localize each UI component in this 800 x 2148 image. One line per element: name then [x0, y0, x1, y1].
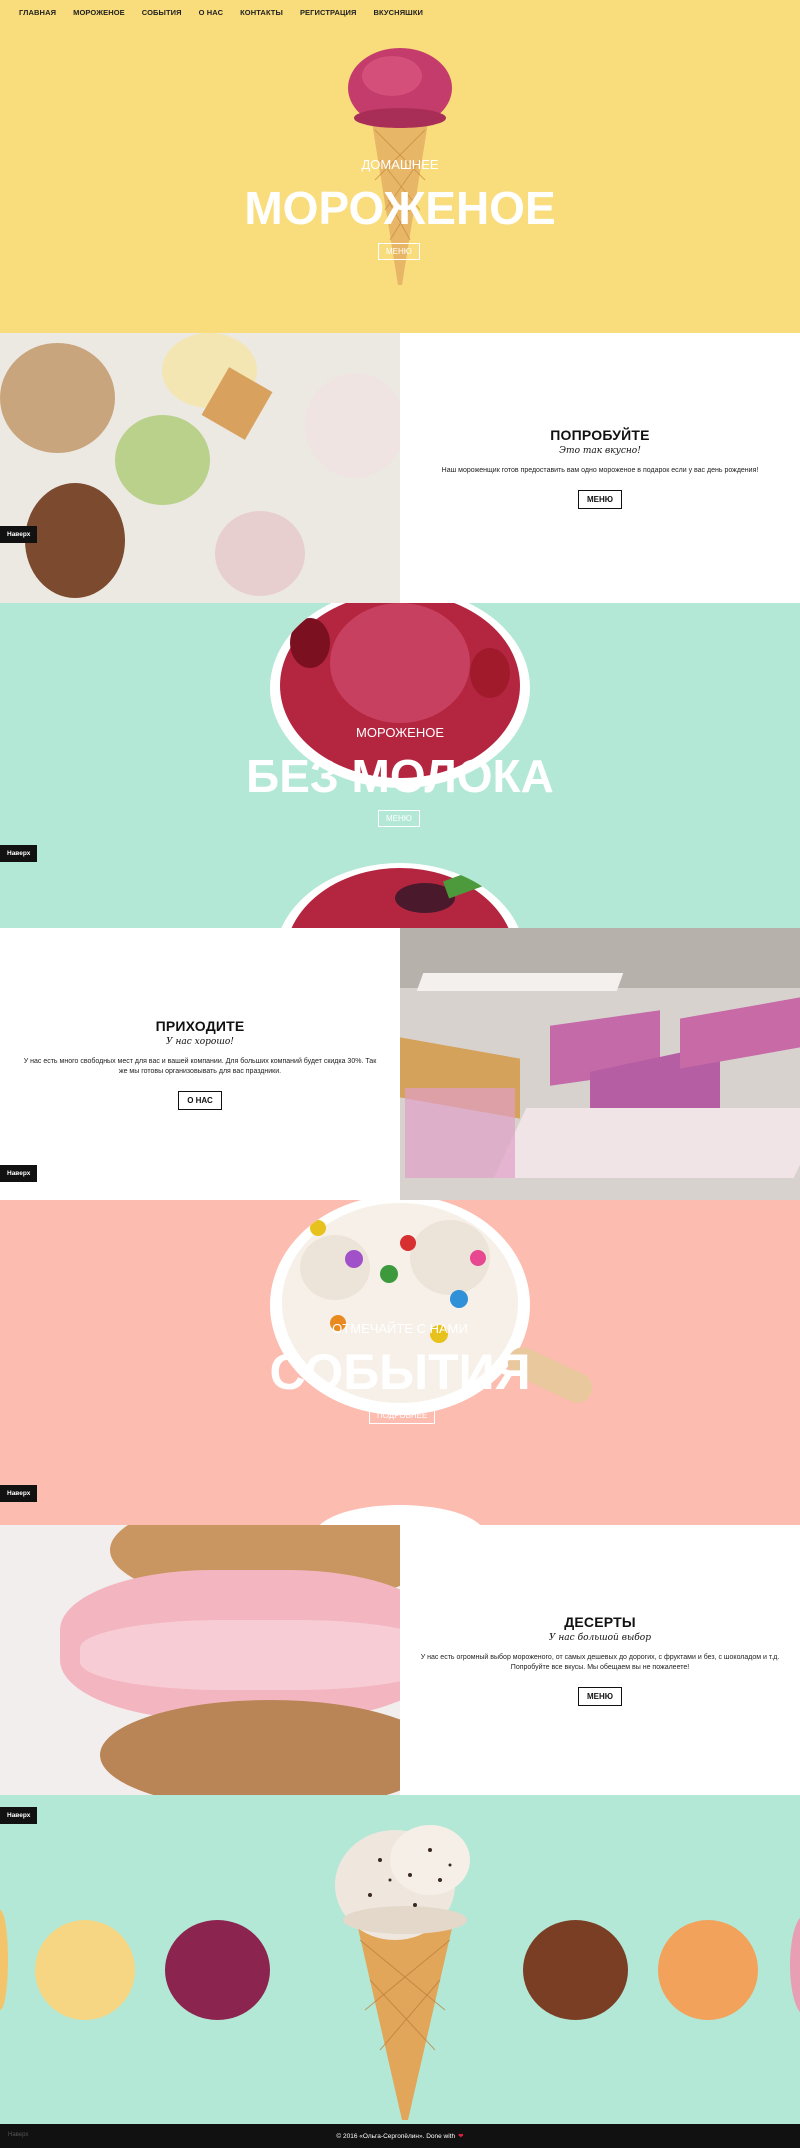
lemon-scoop-image [35, 1920, 135, 2020]
main-nav: ГЛАВНАЯ МОРОЖЕНОЕ СОБЫТИЯ О НАС КОНТАКТЫ… [0, 0, 800, 22]
back-to-top-button[interactable]: Наверх [0, 1165, 38, 1182]
heart-icon: ❤ [458, 2133, 464, 2140]
desserts-menu-button[interactable]: МЕНЮ [577, 1686, 623, 1706]
back-to-top-button[interactable]: Наверх [0, 1485, 38, 1502]
come-text-block: ПРИХОДИТЕ У нас хорошо! У нас есть много… [0, 928, 400, 1200]
orange-scoop-image [658, 1920, 758, 2020]
desserts-title: ДЕСЕРТЫ [564, 1614, 636, 1631]
ice-cream-sandwich-photo [0, 1525, 400, 1795]
cafe-chairs-photo [400, 928, 800, 1200]
no-milk-menu-button[interactable]: МЕНЮ [378, 810, 420, 827]
cookies-cream-cone-image [335, 1825, 470, 2120]
footer-top-link[interactable]: Наверх [8, 2132, 28, 2138]
chocolate-scoop-image [523, 1920, 628, 2020]
desserts-text: У нас есть огромный выбор мороженого, от… [420, 1654, 780, 1671]
nav-treats[interactable]: ВКУСНЯШКИ [366, 0, 432, 22]
events-section: ОТМЕЧАЙТЕ С НАМИ СОБЫТИЯ ПОДРОБНЕЕ Навер… [0, 1200, 800, 1525]
no-milk-section: МОРОЖЕНОЕ БЕЗ МОЛОКА МЕНЮ Наверх [0, 603, 800, 928]
hero-title: МОРОЖЕНОЕ [244, 182, 556, 234]
back-to-top-button[interactable]: Наверх [0, 1807, 38, 1824]
come-title: ПРИХОДИТЕ [155, 1018, 245, 1035]
footer: Наверх © 2016 «Ольга-Сергопёлин». Done w… [0, 2124, 800, 2148]
desserts-section: ДЕСЕРТЫ У нас большой выбор У нас есть о… [0, 1525, 800, 1795]
berry-scoop-image [165, 1920, 270, 2020]
nav-about[interactable]: О НАС [191, 0, 232, 22]
nav-home[interactable]: ГЛАВНАЯ [11, 0, 65, 22]
try-text: Наш мороженщик готов предоставить вам од… [441, 467, 759, 475]
candy-bowl-image-bottom [315, 1505, 485, 1525]
no-milk-pretitle: МОРОЖЕНОЕ [356, 725, 444, 740]
back-to-top-button[interactable]: Наверх [0, 845, 38, 862]
come-subtitle: У нас хорошо! [166, 1037, 234, 1048]
hero-menu-button[interactable]: МЕНЮ [378, 243, 420, 260]
no-milk-title: БЕЗ МОЛОКА [246, 750, 554, 802]
events-pretitle: ОТМЕЧАЙТЕ С НАМИ [332, 1321, 468, 1336]
back-to-top-button[interactable]: Наверх [0, 526, 38, 543]
nav-registration[interactable]: РЕГИСТРАЦИЯ [292, 0, 366, 22]
nav-events[interactable]: СОБЫТИЯ [134, 0, 191, 22]
nav-icecream[interactable]: МОРОЖЕНОЕ [65, 0, 134, 22]
come-text: У нас есть много свободных мест для вас … [23, 1058, 377, 1075]
hero-pretitle: ДОМАШНЕЕ [361, 157, 439, 172]
come-about-button[interactable]: О НАС [178, 1090, 222, 1110]
desserts-subtitle: У нас большой выбор [549, 1633, 651, 1644]
pink-scoop-image [790, 1915, 800, 2015]
scoops-photo [0, 333, 400, 603]
come-section: ПРИХОДИТЕ У нас хорошо! У нас есть много… [0, 928, 800, 1200]
footer-copyright: © 2016 «Ольга-Сергопёлин». Done with [336, 2132, 456, 2140]
desserts-text-block: ДЕСЕРТЫ У нас большой выбор У нас есть о… [400, 1525, 800, 1795]
try-section: Наверх ПОПРОБУЙТЕ Это так вкусно! Наш мо… [0, 333, 800, 603]
scoops-section: Наверх [0, 1795, 800, 2124]
try-text-block: ПОПРОБУЙТЕ Это так вкусно! Наш мороженщи… [400, 333, 800, 603]
nav-contacts[interactable]: КОНТАКТЫ [232, 0, 292, 22]
vanilla-scoop-image [0, 1910, 8, 2010]
events-title: СОБЫТИЯ [269, 1344, 531, 1400]
try-menu-button[interactable]: МЕНЮ [577, 489, 623, 509]
hero-section: ДОМАШНЕЕ МОРОЖЕНОЕ МЕНЮ [0, 0, 800, 333]
events-details-button[interactable]: ПОДРОБНЕЕ [369, 1407, 436, 1424]
try-subtitle: Это так вкусно! [559, 446, 641, 457]
try-title: ПОПРОБУЙТЕ [550, 427, 650, 444]
sorbet-bowl-image-bottom [275, 863, 525, 928]
